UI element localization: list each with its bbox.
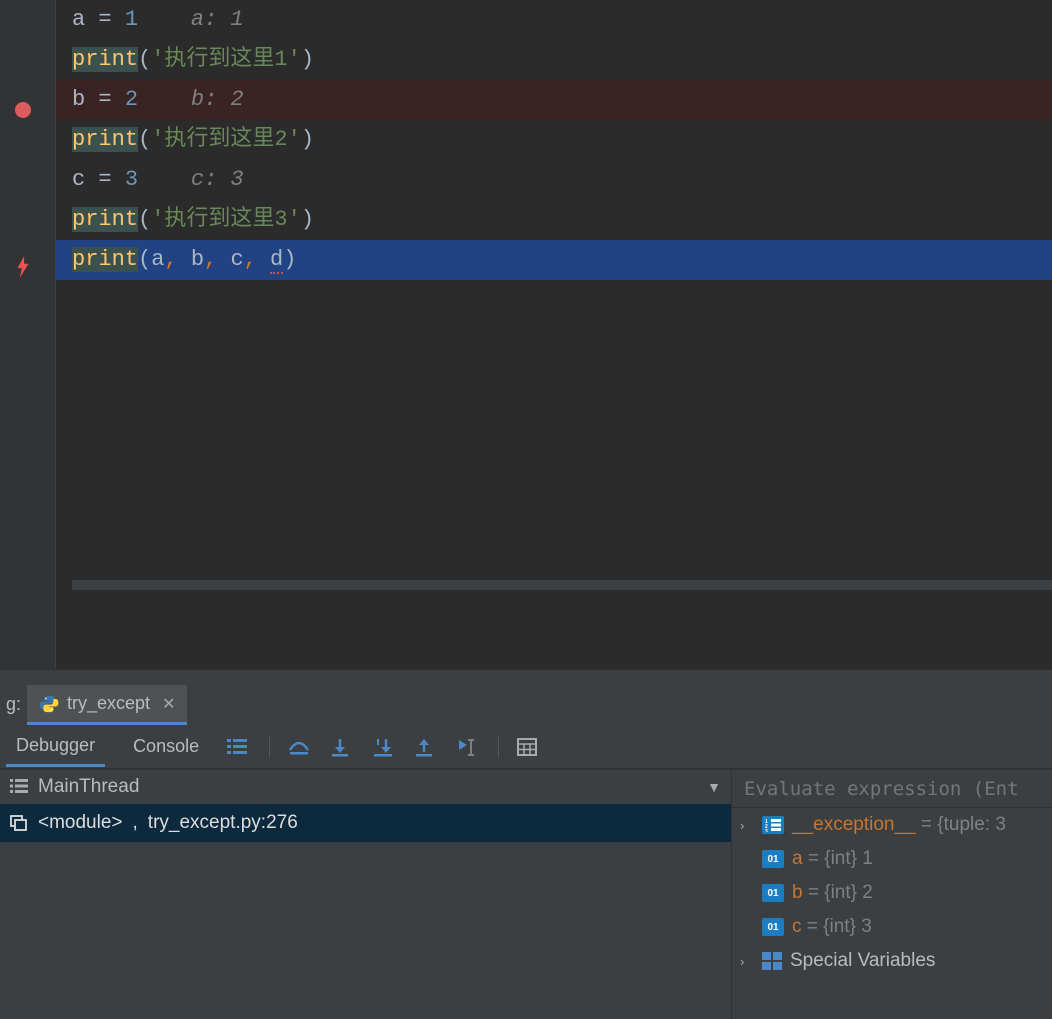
tab-console[interactable]: Console [123, 728, 209, 765]
variable-row[interactable]: › 123 __exception__ = {tuple: 3 [732, 808, 1052, 842]
code-line[interactable]: b = 2 b: 2 [56, 80, 1052, 120]
step-into-my-code-icon[interactable] [372, 737, 396, 757]
variable-name: Special Variables [790, 950, 935, 971]
variable-row[interactable]: 01 c = {int} 3 [732, 910, 1052, 944]
variable-row[interactable]: 01 a = {int} 1 [732, 842, 1052, 876]
frame-icon [10, 815, 28, 831]
run-configuration-tab[interactable]: try_except ✕ [27, 685, 187, 725]
variable-row[interactable]: › Special Variables [732, 944, 1052, 978]
variable-value: = {tuple: 3 [916, 814, 1006, 835]
evaluate-expression-icon[interactable] [517, 738, 541, 756]
editor-gutter[interactable] [0, 0, 56, 669]
code-line[interactable]: print('执行到这里3') [56, 200, 1052, 240]
breakpoint-marker[interactable] [14, 101, 32, 119]
debug-toolbar: Debugger Console [0, 725, 1052, 769]
exception-marker[interactable] [14, 258, 32, 276]
tuple-icon: 123 [762, 816, 784, 834]
step-over-icon[interactable] [288, 738, 312, 756]
code-area[interactable]: a = 1 a: 1print('执行到这里1')b = 2 b: 2print… [56, 0, 1052, 669]
separator [498, 736, 499, 758]
variable-name: __exception__ [792, 814, 916, 835]
debug-body: MainThread ▼ <module>, try_except.py:276… [0, 769, 1052, 1019]
stack-frame-row[interactable]: <module>, try_except.py:276 [0, 804, 731, 842]
group-icon [762, 952, 782, 970]
variable-value: = {int} 1 [803, 848, 873, 869]
thread-name: MainThread [38, 776, 139, 798]
threads-icon[interactable] [227, 738, 251, 756]
expand-chevron-icon[interactable]: › [740, 818, 754, 833]
code-line[interactable]: a = 1 a: 1 [56, 0, 1052, 40]
int-icon: 01 [762, 850, 784, 868]
evaluate-expression-input[interactable] [732, 770, 1052, 808]
expand-chevron-icon[interactable]: › [740, 954, 754, 969]
chevron-down-icon: ▼ [707, 779, 721, 795]
svg-text:3: 3 [765, 829, 768, 832]
code-line[interactable]: c = 3 c: 3 [56, 160, 1052, 200]
editor-area: a = 1 a: 1print('执行到这里1')b = 2 b: 2print… [0, 0, 1052, 669]
variable-name: a [792, 848, 803, 869]
frame-module: <module> [38, 812, 123, 834]
separator [269, 736, 270, 758]
horizontal-scrollbar[interactable] [72, 580, 1052, 590]
breakpoint-icon [15, 102, 31, 118]
step-out-icon[interactable] [414, 737, 438, 757]
variable-value: = {int} 3 [802, 916, 872, 937]
frames-pane: MainThread ▼ <module>, try_except.py:276 [0, 770, 732, 1019]
variable-name: b [792, 882, 803, 903]
lightning-icon [14, 256, 32, 278]
debug-panel: g: try_except ✕ Debugger Console [0, 669, 1052, 1019]
code-line[interactable]: print('执行到这里1') [56, 40, 1052, 80]
run-tab-label: try_except [67, 693, 150, 714]
tab-bar-prefix: g: [6, 694, 27, 725]
tab-debugger[interactable]: Debugger [6, 727, 105, 767]
step-into-icon[interactable] [330, 737, 354, 757]
thread-selector[interactable]: MainThread ▼ [0, 770, 731, 804]
thread-icon [10, 779, 28, 795]
int-icon: 01 [762, 884, 784, 902]
code-line[interactable]: print(a, b, c, d) [56, 240, 1052, 280]
variables-pane: › 123 __exception__ = {tuple: 3 01 a = {int}… [732, 770, 1052, 1019]
close-icon[interactable]: ✕ [162, 694, 175, 714]
variables-tree: › 123 __exception__ = {tuple: 3 01 a = {int}… [732, 808, 1052, 978]
int-icon: 01 [762, 918, 784, 936]
code-line[interactable]: print('执行到这里2') [56, 120, 1052, 160]
run-tab-bar: g: try_except ✕ [0, 669, 1052, 725]
run-to-cursor-icon[interactable] [456, 737, 480, 757]
frame-location: try_except.py:276 [148, 812, 298, 834]
variable-name: c [792, 916, 802, 937]
variable-value: = {int} 2 [803, 882, 873, 903]
variable-row[interactable]: 01 b = {int} 2 [732, 876, 1052, 910]
python-icon [39, 694, 59, 714]
